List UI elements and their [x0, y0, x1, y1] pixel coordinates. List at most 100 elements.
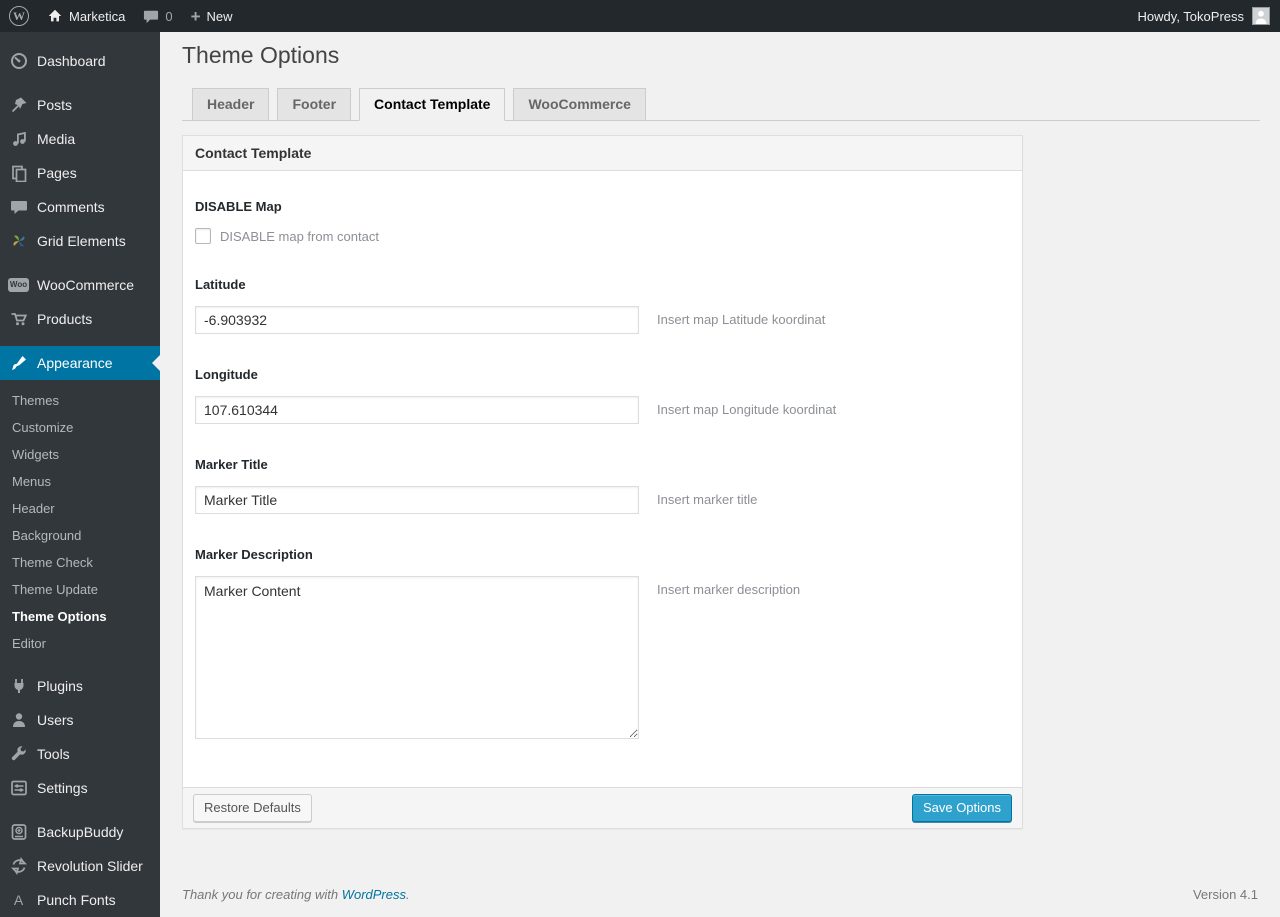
submenu-item-widgets[interactable]: Widgets: [0, 441, 160, 468]
account-menu[interactable]: Howdy, TokoPress: [1130, 0, 1252, 32]
submenu-item-menus[interactable]: Menus: [0, 468, 160, 495]
sidebar-item-label: Tools: [37, 746, 70, 762]
tab-contact-template[interactable]: Contact Template: [359, 88, 506, 121]
wordpress-logo-icon: W: [9, 6, 29, 26]
sidebar-item-label: Comments: [37, 199, 105, 215]
wordpress-logo-menu[interactable]: W: [0, 0, 38, 32]
pin-icon: [9, 96, 28, 114]
panel-footer: Restore Defaults Save Options: [183, 787, 1022, 828]
admin-bar-left: W Marketica 0 + New: [0, 0, 242, 32]
settings-sliders-icon: [9, 779, 28, 797]
menu-separator: [0, 78, 160, 88]
submenu-item-background[interactable]: Background: [0, 522, 160, 549]
sidebar-item-label: Appearance: [37, 355, 113, 371]
sidebar-item-label: Users: [37, 712, 74, 728]
sidebar-item-products[interactable]: Products: [0, 302, 160, 336]
tab-header[interactable]: Header: [192, 88, 270, 121]
sidebar-item-dashboard[interactable]: Dashboard: [0, 44, 160, 78]
field-longitude: Longitude Insert map Longitude koordinat: [195, 367, 1010, 424]
sidebar-item-posts[interactable]: Posts: [0, 88, 160, 122]
submenu-item-theme-options[interactable]: Theme Options: [0, 603, 160, 630]
sidebar-item-label: Punch Fonts: [37, 892, 116, 908]
submenu-item-customize[interactable]: Customize: [0, 414, 160, 441]
sidebar-item-woocommerce[interactable]: Woo WooCommerce: [0, 268, 160, 302]
tab-footer[interactable]: Footer: [277, 88, 352, 121]
main-content: Theme Options Header Footer Contact Templa…: [160, 32, 1280, 917]
field-latitude: Latitude Insert map Latitude koordinat: [195, 277, 1010, 334]
comment-bubble-icon: [143, 9, 159, 24]
marker-description-hint: Insert marker description: [657, 582, 801, 597]
admin-bar: W Marketica 0 + New Howdy, TokoPress: [0, 0, 1280, 32]
submenu-item-themes[interactable]: Themes: [0, 387, 160, 414]
restore-defaults-button[interactable]: Restore Defaults: [193, 794, 312, 822]
marker-description-textarea[interactable]: Marker Content: [195, 576, 639, 739]
comments-admin-bar-link[interactable]: 0: [134, 0, 181, 32]
sidebar-item-pages[interactable]: Pages: [0, 156, 160, 190]
field-label: Longitude: [195, 367, 258, 382]
field-marker-description: Marker Description Marker Content Insert…: [195, 547, 1010, 739]
paintbrush-icon: [9, 354, 28, 372]
admin-sidebar: Dashboard Posts Media Pages Comments Gri…: [0, 32, 160, 917]
sidebar-item-label: Posts: [37, 97, 73, 113]
pages-icon: [9, 164, 28, 182]
sidebar-item-settings[interactable]: Settings: [0, 771, 160, 805]
sidebar-item-label: Pages: [37, 165, 77, 181]
submenu-item-theme-check[interactable]: Theme Check: [0, 549, 160, 576]
field-label: Marker Title: [195, 457, 268, 472]
sidebar-item-label: WooCommerce: [37, 277, 134, 293]
sidebar-item-tools[interactable]: Tools: [0, 737, 160, 771]
latitude-hint: Insert map Latitude koordinat: [657, 312, 826, 327]
submenu-item-header[interactable]: Header: [0, 495, 160, 522]
sidebar-item-label: Revolution Slider: [37, 858, 143, 874]
wordpress-link[interactable]: WordPress: [342, 887, 406, 902]
latitude-input[interactable]: [195, 306, 639, 334]
woocommerce-icon: Woo: [7, 276, 30, 294]
backup-drive-icon: [9, 823, 28, 841]
disable-map-checkbox-label[interactable]: DISABLE map from contact: [220, 229, 379, 244]
tab-woocommerce[interactable]: WooCommerce: [513, 88, 646, 121]
howdy-label: Howdy, TokoPress: [1137, 8, 1244, 24]
user-icon: [9, 711, 28, 729]
tab-bar: Header Footer Contact Template WooCommerce: [182, 88, 1260, 121]
new-label: New: [206, 8, 233, 24]
field-disable-map: DISABLE Map DISABLE map from contact: [195, 199, 1010, 244]
cart-icon: [9, 310, 28, 328]
wrench-icon: [9, 745, 28, 763]
sidebar-item-plugins[interactable]: Plugins: [0, 669, 160, 703]
sidebar-item-grid-elements[interactable]: Grid Elements: [0, 224, 160, 258]
sidebar-item-label: Settings: [37, 780, 88, 796]
menu-separator: [0, 258, 160, 268]
plus-icon: +: [190, 6, 201, 26]
longitude-input[interactable]: [195, 396, 639, 424]
sidebar-item-comments[interactable]: Comments: [0, 190, 160, 224]
field-label: Latitude: [195, 277, 246, 292]
marker-title-input[interactable]: [195, 486, 639, 514]
submenu-item-theme-update[interactable]: Theme Update: [0, 576, 160, 603]
disable-map-checkbox[interactable]: [195, 228, 211, 244]
new-content-menu[interactable]: + New: [182, 0, 242, 32]
contact-template-panel: Contact Template DISABLE Map DISABLE map…: [182, 135, 1023, 829]
plug-icon: [9, 677, 28, 695]
sidebar-item-label: Dashboard: [37, 53, 106, 69]
sidebar-item-media[interactable]: Media: [0, 122, 160, 156]
longitude-hint: Insert map Longitude koordinat: [657, 402, 837, 417]
sidebar-item-punch-fonts[interactable]: A Punch Fonts: [0, 883, 160, 917]
version-label: Version 4.1: [1192, 887, 1258, 902]
comment-count: 0: [165, 8, 173, 24]
sidebar-item-label: Plugins: [37, 678, 83, 694]
avatar[interactable]: [1252, 7, 1270, 25]
save-options-button[interactable]: Save Options: [911, 794, 1012, 822]
sidebar-item-backupbuddy[interactable]: BackupBuddy: [0, 815, 160, 849]
grid-elements-icon: [9, 232, 28, 250]
sidebar-item-label: BackupBuddy: [37, 824, 124, 840]
sidebar-item-label: Grid Elements: [37, 233, 126, 249]
site-name-link[interactable]: Marketica: [38, 0, 134, 32]
sidebar-item-label: Media: [37, 131, 76, 147]
dashboard-icon: [9, 52, 28, 70]
sidebar-item-appearance[interactable]: Appearance: [0, 346, 160, 380]
admin-bar-right: Howdy, TokoPress: [1130, 0, 1280, 32]
field-label: Marker Description: [195, 547, 313, 562]
sidebar-item-revolution-slider[interactable]: Revolution Slider: [0, 849, 160, 883]
submenu-item-editor[interactable]: Editor: [0, 630, 160, 657]
sidebar-item-users[interactable]: Users: [0, 703, 160, 737]
